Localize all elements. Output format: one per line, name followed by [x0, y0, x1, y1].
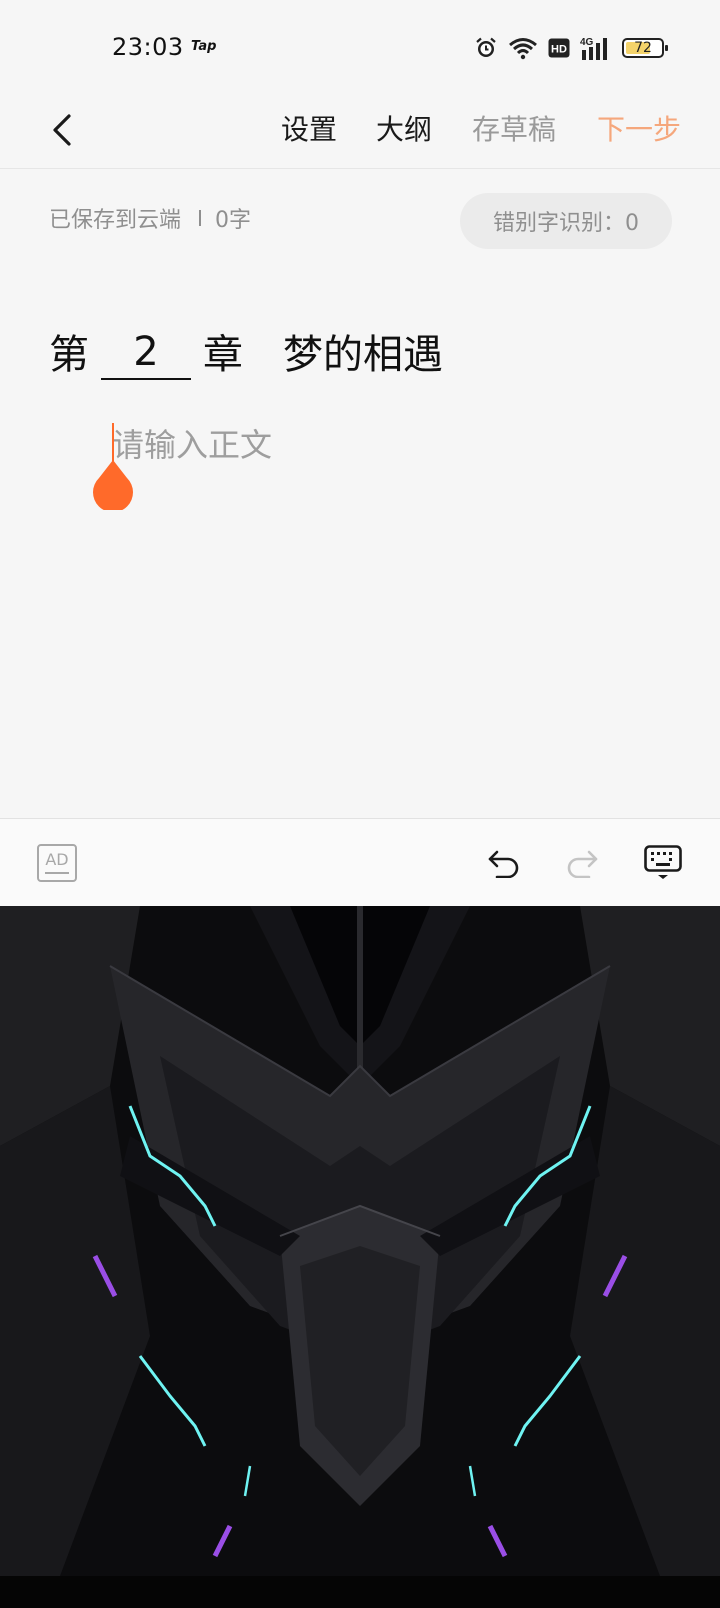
body-text-input[interactable]: 请输入正文: [112, 420, 272, 466]
undo-button[interactable]: [482, 841, 526, 885]
ad-button[interactable]: AD: [37, 844, 77, 882]
undo-icon: [488, 850, 519, 878]
typo-check-button[interactable]: 错别字识别：0: [460, 193, 672, 249]
status-icons: HD 4G 72: [474, 34, 668, 62]
status-bar: 23:03 Tap HD 4G 72: [0, 0, 720, 96]
mecha-artwork-image: [0, 906, 720, 1576]
outline-button[interactable]: 大纲: [376, 106, 432, 154]
settings-button[interactable]: 设置: [281, 106, 337, 154]
app-tag-icon: Tap: [191, 39, 217, 54]
chapter-title-input[interactable]: 梦的相遇: [283, 322, 443, 380]
chapter-prefix: 第: [49, 332, 89, 378]
text-cursor: [112, 423, 114, 463]
svg-text:HD: HD: [551, 44, 567, 56]
cloud-save-status: 已保存到云端: [49, 208, 182, 233]
chapter-suffix: 章: [203, 332, 243, 378]
chevron-left-icon: [53, 114, 71, 146]
hd-icon: HD: [548, 38, 570, 58]
chapter-number: 2: [133, 329, 159, 375]
signal-4g-icon: 4G: [580, 37, 607, 60]
status-time: 23:03: [112, 33, 184, 61]
redo-icon: [567, 850, 598, 878]
top-nav: 设置 大纲 存草稿 下一步: [0, 96, 720, 169]
cursor-handle-icon[interactable]: [92, 460, 134, 510]
back-button[interactable]: [40, 102, 84, 158]
battery-icon: 72: [622, 38, 668, 58]
word-count: 0字: [215, 208, 252, 233]
typo-check-label: 错别字识别：0: [493, 211, 639, 236]
svg-text:4G: 4G: [580, 37, 594, 48]
system-nav-bar: [0, 1576, 720, 1608]
alarm-icon: [476, 37, 496, 57]
hide-keyboard-button[interactable]: [641, 841, 685, 885]
battery-level: 72: [634, 40, 652, 56]
chapter-heading: 第 2 章 梦的相遇: [49, 320, 443, 380]
editor-toolbar: AD: [0, 818, 720, 907]
redo-button[interactable]: [560, 841, 604, 885]
keyboard-hide-icon: [644, 845, 682, 879]
meta-divider: [199, 210, 202, 226]
keyboard-wallpaper: [0, 906, 720, 1576]
next-step-button[interactable]: 下一步: [597, 106, 681, 154]
save-status-row: 已保存到云端 0字: [49, 202, 251, 234]
battery-tip: [665, 45, 668, 51]
save-draft-button[interactable]: 存草稿: [472, 106, 556, 154]
chapter-number-field[interactable]: 2: [101, 326, 191, 380]
wifi-icon: [509, 38, 537, 60]
